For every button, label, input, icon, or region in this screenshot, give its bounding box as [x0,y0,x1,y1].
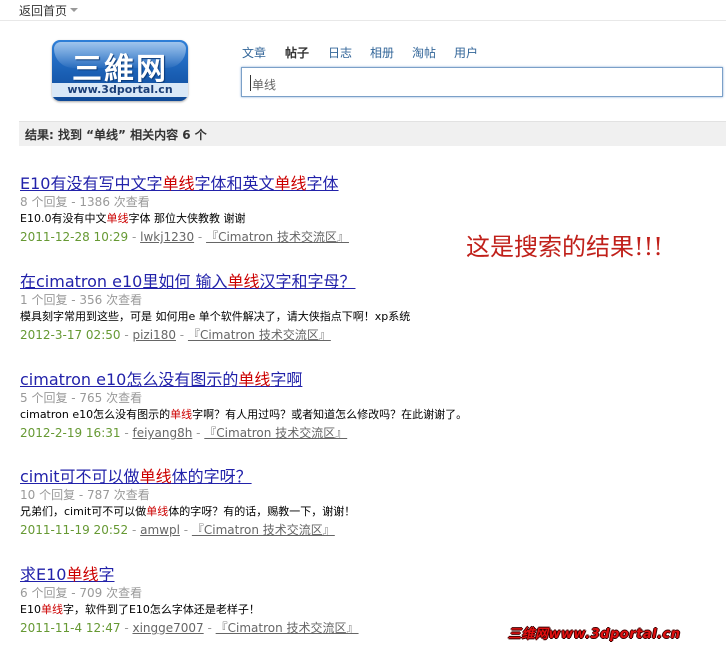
tab-users[interactable]: 用户 [454,44,478,61]
result-author-link[interactable]: feiyang8h [132,426,192,440]
result-forum-link[interactable]: 『Cimatron 技术交流区』 [192,523,335,537]
result-meta: 10 个回复 - 787 次查看 [20,488,150,502]
result-date: 2011-11-4 12:47 [20,621,121,635]
annotation-text: 这是搜索的结果!!! [466,233,663,261]
snippet-text: 字，软件到了E10怎么字体还是老样子！ [62,603,260,616]
title-text: 汉字和字母？ [259,272,356,291]
title-text: 在cimatron e10里如何 输入 [20,272,228,291]
result-author-link[interactable]: xingge7007 [132,621,203,635]
snippet-text: E10 [20,603,41,616]
result-title-link[interactable]: 在cimatron e10里如何 输入单线汉字和字母？ [20,268,355,292]
result-summary-bar: 结果: 找到 “单线” 相关内容 6 个 [19,121,726,146]
result-date: 2012-2-19 16:31 [20,426,121,440]
result-snippet: 模具刻字常用到这些，可是 如何用e 单个软件解决了，请大侠指点下啊！xp系统 [20,308,410,324]
title-keyword: 单线 [139,467,172,486]
title-keyword: 单线 [274,174,307,193]
snippet-text: 字体 那位大侠教教 谢谢 [128,212,246,225]
result-title-link[interactable]: cimit可不可以做单线体的字呀？ [20,463,252,487]
title-text: cimit可不可以做 [20,467,140,486]
title-text: 字 [98,565,115,584]
separator: - [192,426,205,440]
result-footer: 2011-11-4 12:47 - xingge7007 - 『Cimatron… [20,619,359,636]
snippet-text: 体的字呀？有的话，赐教一下，谢谢！ [168,505,356,518]
result-author-link[interactable]: lwkj1230 [140,230,194,244]
separator: - [128,523,141,537]
result-snippet: E10.0有没有中文单线字体 那位大侠教教 谢谢 [20,210,245,226]
result-forum-link[interactable]: 『Cimatron 技术交流区』 [216,621,359,635]
tab-collections[interactable]: 淘帖 [412,44,436,61]
result-footer: 2011-12-28 10:29 - lwkj1230 - 『Cimatron … [20,228,349,245]
back-home-link[interactable]: 返回首页 [19,2,67,19]
title-keyword: 单线 [238,370,271,389]
result-meta: 8 个回复 - 1386 次查看 [20,195,150,209]
title-text: 字体 [306,174,339,193]
logo-url: www.3dportal.cn [52,83,188,97]
snippet-keyword: 单线 [146,505,169,518]
result-forum-link[interactable]: 『Cimatron 技术交流区』 [204,426,347,440]
snippet-keyword: 单线 [40,603,63,616]
result-footer: 2012-3-17 02:50 - pizi180 - 『Cimatron 技术… [20,326,331,343]
separator: - [203,621,216,635]
search-input[interactable] [241,67,723,97]
result-snippet: 兄弟们，cimit可不可以做单线体的字呀？有的话，赐教一下，谢谢！ [20,503,355,519]
result-author-link[interactable]: pizi180 [132,328,176,342]
result-summary: 结果: 找到 “单线” 相关内容 6 个 [25,128,207,142]
tab-posts[interactable]: 帖子 [285,44,309,61]
title-text: 字体和英文 [194,174,275,193]
site-logo[interactable]: 三維网 www.3dportal.cn [52,40,188,101]
separator: - [179,523,192,537]
result-meta: 6 个回复 - 709 次查看 [20,586,143,600]
top-bar: 返回首页 [0,0,726,21]
separator: - [120,426,133,440]
logo-text: 三維网 [72,52,168,87]
result-footer: 2011-11-19 20:52 - amwpl - 『Cimatron 技术交… [20,521,335,538]
title-text: 字啊 [270,370,303,389]
result-forum-link[interactable]: 『Cimatron 技术交流区』 [188,328,331,342]
title-keyword: 单线 [162,174,195,193]
site-watermark: 三维网www.3dportal.cn [508,627,681,642]
snippet-text: 兄弟们，cimit可不可以做 [20,505,147,518]
tab-logs[interactable]: 日志 [328,44,352,61]
tab-albums[interactable]: 相册 [370,44,394,61]
snippet-text: 字啊？有人用过吗？或者知道怎么修改吗？在此谢谢了。 [192,408,468,421]
result-forum-link[interactable]: 『Cimatron 技术交流区』 [206,230,349,244]
title-keyword: 单线 [66,565,99,584]
snippet-text: cimatron e10怎么没有图示的 [20,408,171,421]
result-meta: 1 个回复 - 356 次查看 [20,293,143,307]
result-meta: 5 个回复 - 765 次查看 [20,391,143,405]
separator: - [175,328,188,342]
snippet-keyword: 单线 [170,408,193,421]
result-title-link[interactable]: 求E10单线字 [20,561,115,585]
snippet-text: 模具刻字常用到这些，可是 如何用e 单个软件解决了，请大侠指点下啊！xp系统 [20,310,411,323]
result-date: 2011-11-19 20:52 [20,523,129,537]
text-cursor [250,75,251,91]
separator: - [120,621,133,635]
result-title-link[interactable]: cimatron e10怎么没有图示的单线字啊 [20,366,302,390]
result-date: 2012-3-17 02:50 [20,328,121,342]
result-snippet: cimatron e10怎么没有图示的单线字啊？有人用过吗？或者知道怎么修改吗？… [20,406,467,422]
title-text: 体的字呀？ [171,467,252,486]
result-author-link[interactable]: amwpl [140,523,180,537]
tab-articles[interactable]: 文章 [242,44,266,61]
separator: - [120,328,133,342]
snippet-keyword: 单线 [106,212,129,225]
separator: - [194,230,207,244]
title-text: 求E10 [20,565,67,584]
result-footer: 2012-2-19 16:31 - feiyang8h - 『Cimatron … [20,424,347,441]
title-keyword: 单线 [227,272,260,291]
title-text: E10有没有写中文字 [20,174,163,193]
search-input-value[interactable]: 单线 [252,76,276,93]
snippet-text: E10.0有没有中文 [20,212,107,225]
result-snippet: E10单线字，软件到了E10怎么字体还是老样子！ [20,601,260,617]
title-text: cimatron e10怎么没有图示的 [20,370,239,389]
result-date: 2011-12-28 10:29 [20,230,129,244]
result-title-link[interactable]: E10有没有写中文字单线字体和英文单线字体 [20,170,339,194]
separator: - [128,230,141,244]
chevron-down-icon[interactable] [70,8,78,12]
